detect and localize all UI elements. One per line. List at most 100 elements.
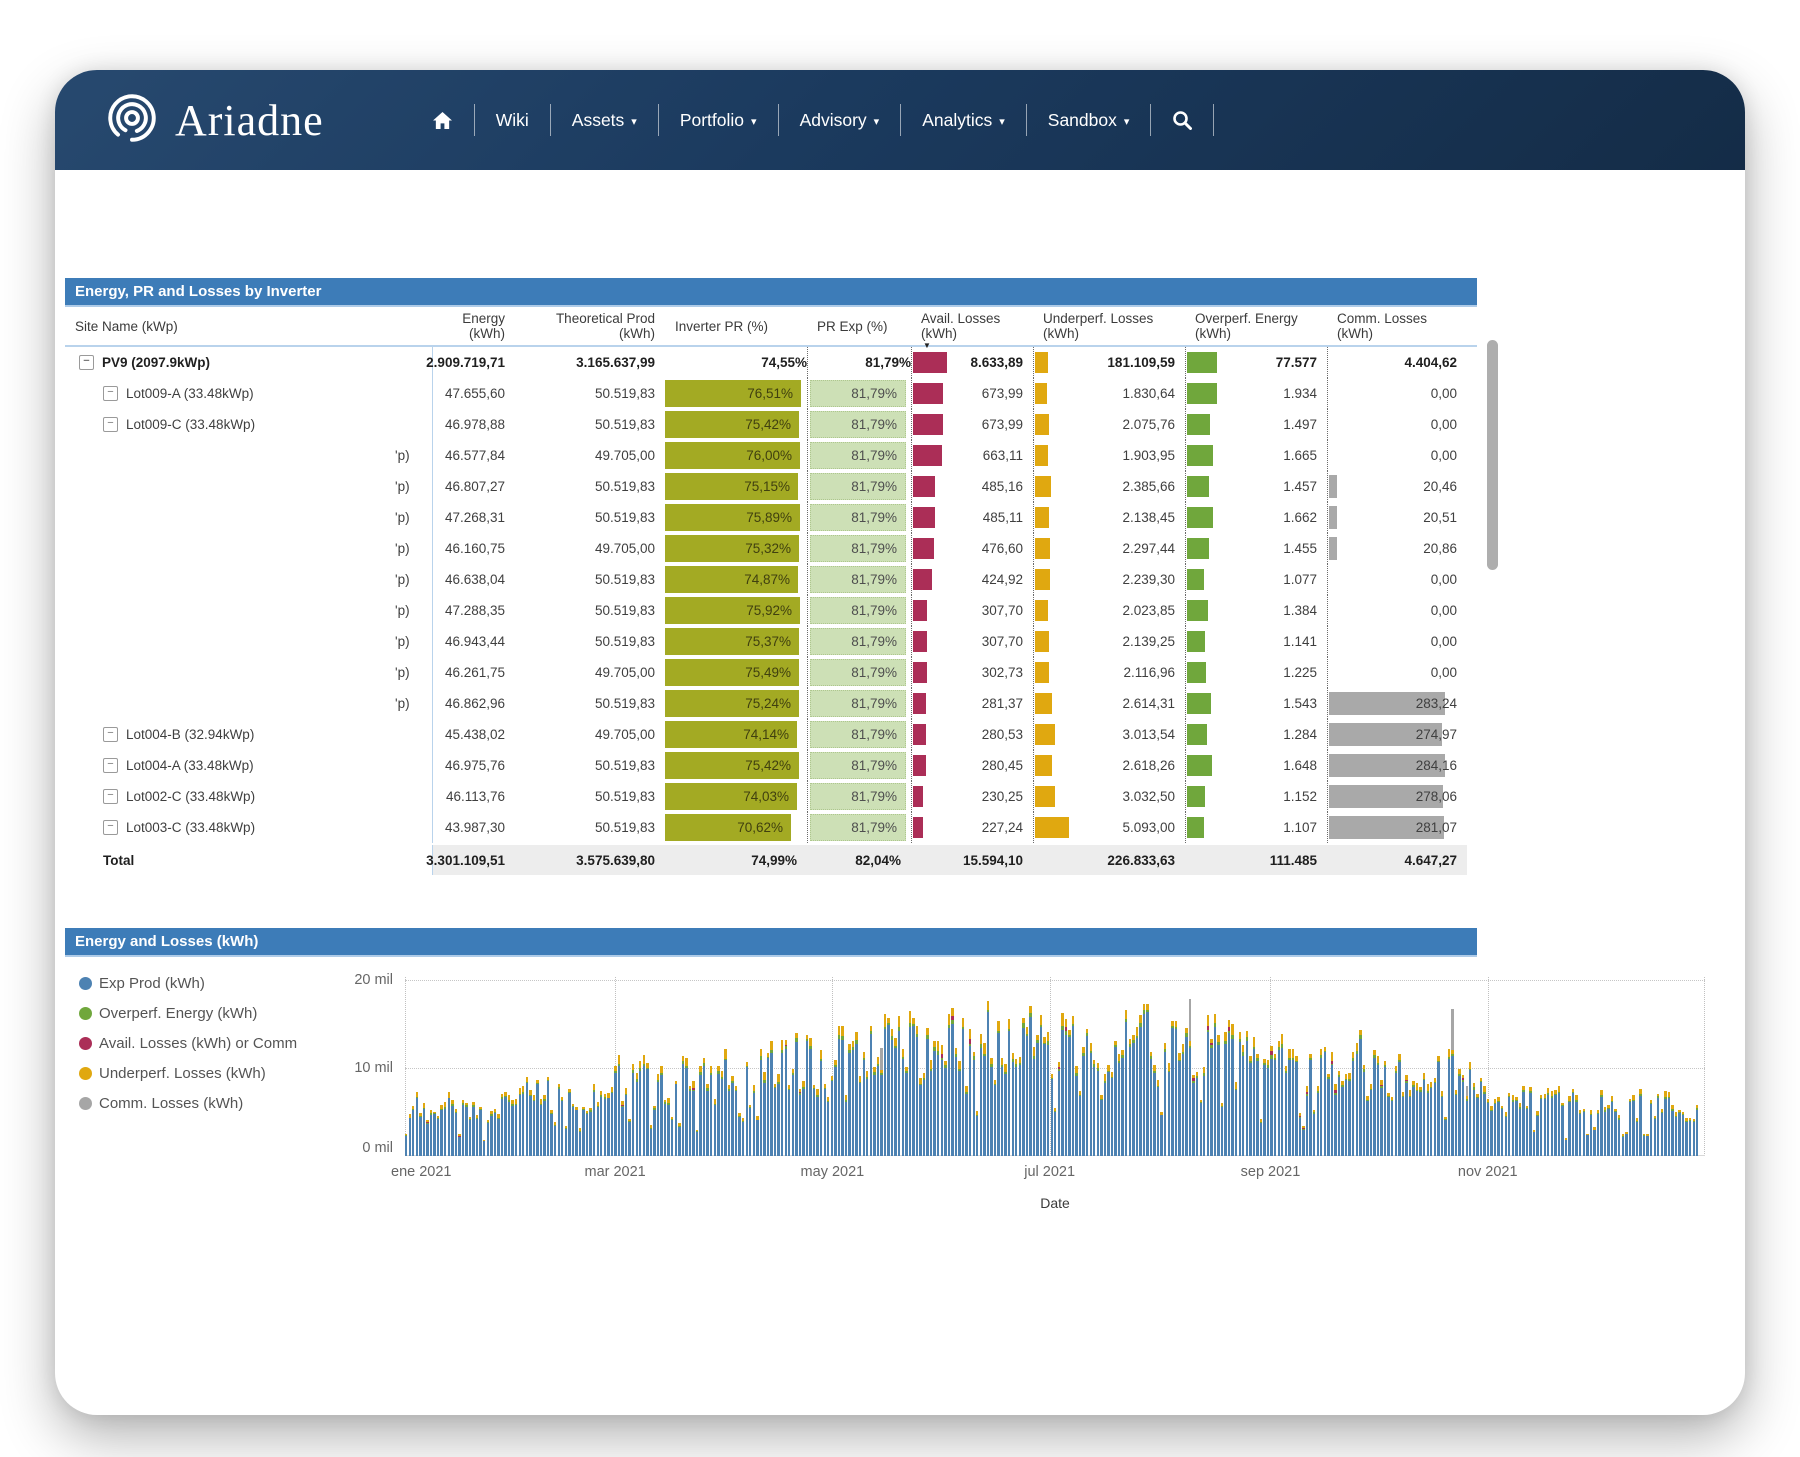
expand-collapse-icon[interactable]: − xyxy=(103,820,118,835)
chart-bar-segment xyxy=(1302,1130,1304,1156)
inverter-pr-value: 75,42% xyxy=(745,417,799,432)
chart-bar-segment xyxy=(1405,1083,1407,1156)
chart-bar-segment xyxy=(756,1120,758,1156)
nav-item-assets[interactable]: Assets▾ xyxy=(572,110,637,131)
chart-bar-segment xyxy=(1182,1044,1184,1052)
table-row[interactable]: 'p)47.288,3550.519,8375,92%81,79%307,702… xyxy=(65,595,1477,626)
home-icon[interactable] xyxy=(432,111,453,130)
total-overperf-energy: 111.485 xyxy=(1185,845,1327,875)
nav-item-advisory[interactable]: Advisory▾ xyxy=(800,110,880,131)
chart-bar-segment xyxy=(1423,1080,1425,1156)
nav-item-sandbox[interactable]: Sandbox▾ xyxy=(1048,110,1130,131)
table-row[interactable]: 'p)46.943,4450.519,8375,37%81,79%307,702… xyxy=(65,626,1477,657)
chart-bar-segment xyxy=(490,1116,492,1156)
table-row[interactable]: 'p)46.160,7549.705,0075,32%81,79%476,602… xyxy=(65,533,1477,564)
energy-cell: 46.113,76 xyxy=(433,781,515,812)
table-row[interactable]: −Lot004-B (32.94kWp)45.438,0249.705,0074… xyxy=(65,719,1477,750)
theoretical-prod-cell: 50.519,83 xyxy=(515,595,665,626)
site-name-label: 'p) xyxy=(395,510,410,525)
chart-bar-segment xyxy=(1586,1135,1588,1156)
chart-bar-segment xyxy=(1607,1109,1609,1156)
table-row[interactable]: −Lot009-C (33.48kWp)46.978,8850.519,8375… xyxy=(65,409,1477,440)
legend-item-0[interactable]: Exp Prod (kWh) xyxy=(79,975,297,992)
inverter-pr-value: 74,14% xyxy=(743,727,797,742)
chart-bar-segment xyxy=(1033,1059,1035,1156)
column-header-0[interactable]: Site Name (kWp) xyxy=(65,319,433,334)
chart-bar-segment xyxy=(1480,1082,1482,1156)
legend-item-2[interactable]: Avail. Losses (kWh) or Comm xyxy=(79,1035,297,1052)
comm-cell: 281,07 xyxy=(1327,812,1467,843)
table-row[interactable]: 'p)47.268,3150.519,8375,89%81,79%485,112… xyxy=(65,502,1477,533)
chart-bar-segment xyxy=(1529,1093,1531,1156)
table-row[interactable]: −Lot009-A (33.48kWp)47.655,6050.519,8376… xyxy=(65,378,1477,409)
expand-collapse-icon[interactable]: − xyxy=(103,789,118,804)
pr-exp-cell: 81,79% xyxy=(807,564,911,595)
chart-bar-segment xyxy=(976,1116,978,1156)
chart-bar-segment xyxy=(1207,1015,1209,1026)
chart-bar-segment xyxy=(1600,1097,1602,1156)
chart-bar-segment xyxy=(753,1085,755,1092)
legend-item-1[interactable]: Overperf. Energy (kWh) xyxy=(79,1005,297,1022)
pr-exp-bar: 81,79% xyxy=(810,380,906,407)
chart-bar-segment xyxy=(536,1084,538,1156)
table-row[interactable]: 'p)46.807,2750.519,8375,15%81,79%485,162… xyxy=(65,471,1477,502)
column-header-3[interactable]: Inverter PR (%) xyxy=(665,319,807,334)
chart-bar-segment xyxy=(1175,1029,1177,1156)
table-row[interactable]: 'p)46.862,9650.519,8375,24%81,79%281,372… xyxy=(65,688,1477,719)
table-row[interactable]: −Lot004-A (33.48kWp)46.975,7650.519,8375… xyxy=(65,750,1477,781)
column-header-label: Underperf. Losses (kWh) xyxy=(1043,311,1153,341)
over-bar xyxy=(1187,817,1204,838)
over-value: 1.457 xyxy=(1283,471,1317,502)
table-row[interactable]: 'p)46.577,8449.705,0076,00%81,79%663,111… xyxy=(65,440,1477,471)
x-tick-label: ene 2021 xyxy=(391,1164,451,1180)
column-header-5[interactable]: Avail. Losses (kWh)▼ xyxy=(911,311,1033,341)
expand-collapse-icon[interactable]: − xyxy=(103,417,118,432)
column-header-2[interactable]: Theoretical Prod (kWh) xyxy=(515,311,665,341)
chart-bar-segment xyxy=(1079,1096,1081,1156)
comm-value: 4.404,62 xyxy=(1404,347,1457,378)
expand-collapse-icon[interactable]: − xyxy=(103,386,118,401)
table-row[interactable]: −Lot002-C (33.48kWp)46.113,7650.519,8374… xyxy=(65,781,1477,812)
table-vertical-scrollbar[interactable] xyxy=(1487,340,1498,570)
expand-collapse-icon[interactable]: − xyxy=(79,355,94,370)
search-icon[interactable] xyxy=(1172,110,1192,130)
column-header-6[interactable]: Underperf. Losses (kWh) xyxy=(1033,311,1185,341)
column-header-4[interactable]: PR Exp (%) xyxy=(807,319,911,334)
inverter-pr-value: 75,42% xyxy=(745,758,799,773)
avail-cell: 307,70 xyxy=(911,626,1033,657)
column-header-7[interactable]: Overperf. Energy (kWh) xyxy=(1185,311,1327,341)
chart-plot-area[interactable] xyxy=(405,971,1705,1156)
legend-item-3[interactable]: Underperf. Losses (kWh) xyxy=(79,1065,297,1082)
chart-bar-segment xyxy=(1614,1112,1616,1156)
over-bar xyxy=(1187,600,1208,621)
nav-item-wiki[interactable]: Wiki xyxy=(496,110,529,131)
chart-bar-segment xyxy=(1281,1048,1283,1156)
inverter-pr-bar: 75,24% xyxy=(665,690,799,717)
expand-collapse-icon[interactable]: − xyxy=(103,758,118,773)
pr-exp-cell: 81,79% xyxy=(807,502,911,533)
table-row[interactable]: −Lot003-C (33.48kWp)43.987,3050.519,8370… xyxy=(65,812,1477,843)
avail-value: 307,70 xyxy=(982,626,1023,657)
column-header-1[interactable]: Energy (kWh) xyxy=(433,311,515,341)
comm-value: 281,07 xyxy=(1416,812,1457,843)
over-bar xyxy=(1187,662,1206,683)
avail-value: 476,60 xyxy=(982,533,1023,564)
avail-bar xyxy=(913,817,923,838)
nav-item-portfolio[interactable]: Portfolio▾ xyxy=(680,110,757,131)
nav-item-analytics[interactable]: Analytics▾ xyxy=(922,110,1005,131)
theoretical-prod-cell: 50.519,83 xyxy=(515,409,665,440)
brand[interactable]: Ariadne xyxy=(103,89,324,152)
column-header-8[interactable]: Comm. Losses (kWh) xyxy=(1327,311,1467,341)
expand-collapse-icon[interactable]: − xyxy=(103,727,118,742)
table-row[interactable]: −PV9 (2097.9kWp)2.909.719,713.165.637,99… xyxy=(65,347,1477,378)
table-row[interactable]: 'p)46.638,0450.519,8374,87%81,79%424,922… xyxy=(65,564,1477,595)
chart-bar-segment xyxy=(1121,1058,1123,1156)
chart-bar-segment xyxy=(1295,1062,1297,1156)
column-header-label: Comm. Losses (kWh) xyxy=(1337,311,1427,341)
over-value: 1.662 xyxy=(1283,502,1317,533)
chart-bar-segment xyxy=(1132,1043,1134,1156)
table-row[interactable]: 'p)46.261,7549.705,0075,49%81,79%302,732… xyxy=(65,657,1477,688)
legend-item-4[interactable]: Comm. Losses (kWh) xyxy=(79,1095,297,1112)
chart-bar-segment xyxy=(941,1045,943,1054)
chevron-down-icon: ▾ xyxy=(751,115,757,128)
